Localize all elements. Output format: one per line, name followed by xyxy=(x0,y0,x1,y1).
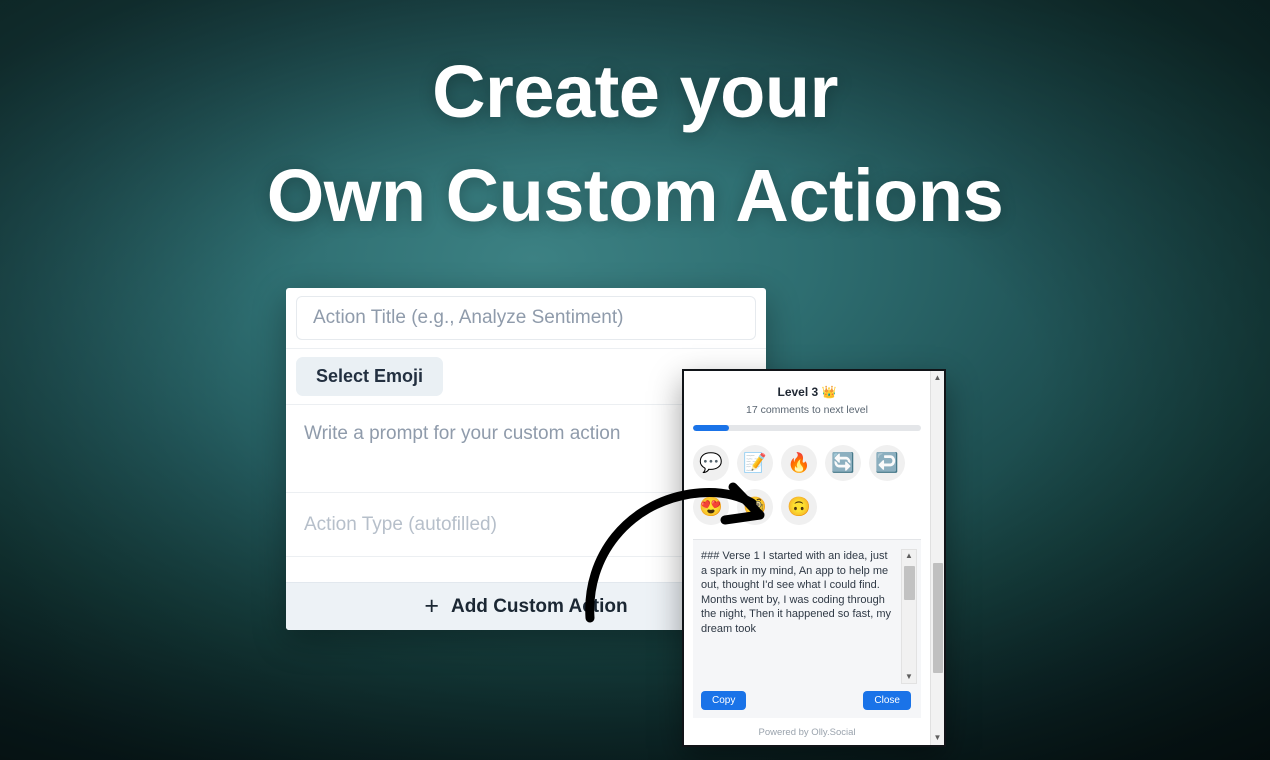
popup-scroll-up-icon[interactable]: ▲ xyxy=(934,374,942,382)
action-type-placeholder: Action Type (autofilled) xyxy=(304,513,497,535)
page-title: Create your Own Custom Actions xyxy=(0,46,1270,242)
action-icon-row-1: 💬 📝 🔥 🔄 ↩️ xyxy=(693,445,921,481)
reply-icon[interactable]: ↩️ xyxy=(869,445,905,481)
prompt-placeholder: Write a prompt for your custom action xyxy=(304,423,621,444)
result-panel: ### Verse 1 I started with an idea, just… xyxy=(693,539,921,718)
level-progress-bar xyxy=(693,425,921,431)
popup-scroll-down-icon[interactable]: ▼ xyxy=(934,734,942,742)
level-title: Level 3 👑 xyxy=(693,385,921,399)
level-title-text: Level 3 xyxy=(777,385,819,399)
memo-icon[interactable]: 📝 xyxy=(737,445,773,481)
scroll-up-icon[interactable]: ▲ xyxy=(905,552,913,560)
heart-eyes-icon[interactable]: 😍 xyxy=(693,489,729,525)
level-progress-fill xyxy=(693,425,730,431)
result-action-bar: Copy Close xyxy=(701,691,917,710)
fire-icon[interactable]: 🔥 xyxy=(781,445,817,481)
upside-down-icon[interactable]: 🙃 xyxy=(781,489,817,525)
powered-by-label: Powered by Olly.Social xyxy=(758,727,856,738)
crown-icon: 👑 xyxy=(821,385,837,399)
comment-icon[interactable]: 💬 xyxy=(693,445,729,481)
result-scroll-thumb[interactable] xyxy=(903,566,915,600)
action-icon-row-2: 😍 🧐 🙃 xyxy=(693,489,921,525)
refresh-icon[interactable]: 🔄 xyxy=(825,445,861,481)
headline-line-1: Create your xyxy=(432,50,838,133)
monocle-icon[interactable]: 🧐 xyxy=(737,489,773,525)
action-title-placeholder: Action Title (e.g., Analyze Sentiment) xyxy=(313,307,624,328)
popup-scroll-thumb[interactable] xyxy=(932,563,943,673)
popup-content: Level 3 👑 17 comments to next level 💬 📝 … xyxy=(684,371,930,745)
add-custom-action-label: Add Custom Action xyxy=(450,595,628,617)
level-subtitle: 17 comments to next level xyxy=(746,404,868,416)
plus-icon: + xyxy=(424,592,439,620)
result-text: ### Verse 1 I started with an idea, just… xyxy=(701,550,891,635)
result-scrollbar[interactable]: ▲ ▼ xyxy=(901,549,917,684)
scroll-down-icon[interactable]: ▼ xyxy=(905,673,913,681)
action-title-input[interactable]: Action Title (e.g., Analyze Sentiment) xyxy=(296,296,756,340)
olly-popup-panel: Level 3 👑 17 comments to next level 💬 📝 … xyxy=(682,369,946,747)
popup-scrollbar[interactable]: ▲ ▼ xyxy=(930,371,944,745)
action-icon-grid: 💬 📝 🔥 🔄 ↩️ 😍 🧐 🙃 xyxy=(693,445,921,533)
close-button[interactable]: Close xyxy=(863,691,911,710)
copy-button[interactable]: Copy xyxy=(701,691,747,710)
headline-line-2: Own Custom Actions xyxy=(266,154,1004,237)
result-scroll-region: ### Verse 1 I started with an idea, just… xyxy=(701,549,917,684)
action-title-row: Action Title (e.g., Analyze Sentiment) xyxy=(286,288,766,349)
select-emoji-button[interactable]: Select Emoji xyxy=(296,357,444,396)
